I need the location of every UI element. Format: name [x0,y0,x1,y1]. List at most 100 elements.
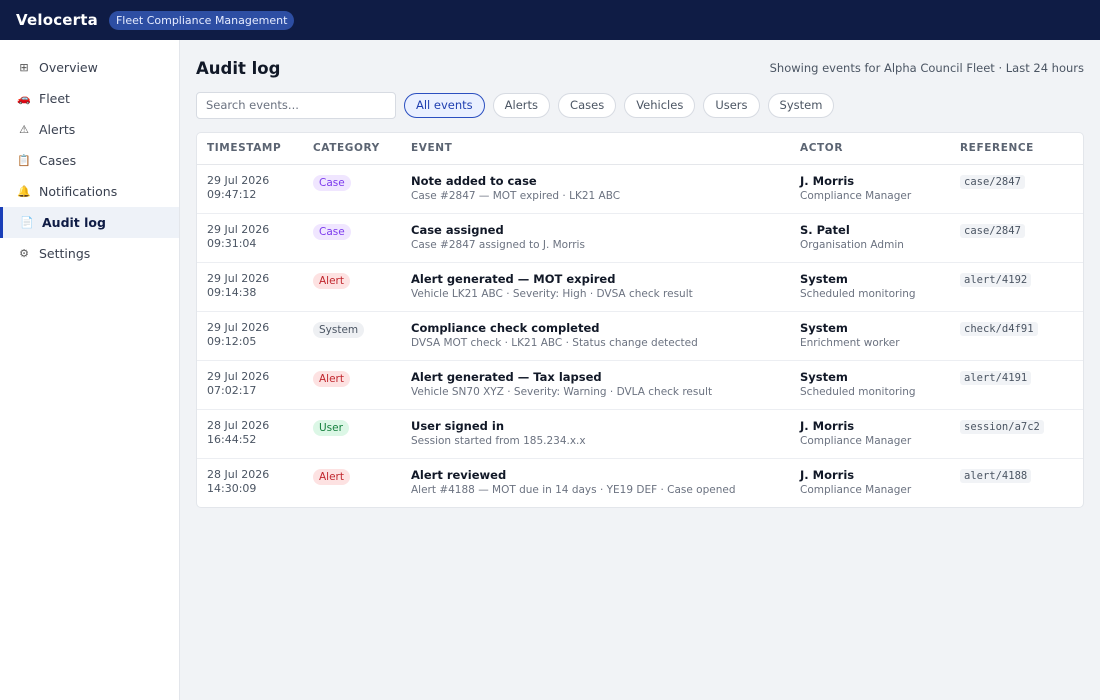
page-title: Audit log [196,58,281,78]
category-cell: System [303,311,401,361]
main-content: Audit log Showing events for Alpha Counc… [196,40,1084,508]
title-row: Audit log Showing events for Alpha Counc… [196,40,1084,96]
warning-icon: ⚠ [19,123,29,136]
filter-chip-cases[interactable]: Cases [558,92,617,118]
event-cell: User signed in Session started from 185.2… [401,409,790,459]
sidebar-item-overview[interactable]: ⊞ Overview [0,52,179,83]
reference-cell: case/2847 [950,164,1083,214]
reference-link[interactable]: alert/4192 [960,272,1032,287]
actor-name: System [800,320,848,335]
actor-name: J. Morris [800,418,855,433]
timestamp-date: 29 Jul 2026 [207,173,270,187]
event-detail: Vehicle LK21 ABC · Severity: High · DVSA… [411,287,693,300]
event-title: User signed in [411,418,505,433]
event-detail: Vehicle SN70 XYZ · Severity: Warning · D… [411,385,713,398]
event-detail: Case #2847 — MOT expired · LK21 ABC [411,189,621,202]
table-row[interactable]: 29 Jul 2026 07:02:17 Alert Alert generated … [197,360,1083,410]
table-row[interactable]: 28 Jul 2026 14:30:09 Alert Alert reviewed Al… [197,458,1083,507]
timestamp-cell: 29 Jul 2026 09:31:04 [197,213,303,263]
event-title: Note added to case [411,173,537,188]
actor-name: S. Patel [800,222,850,237]
reference-cell: alert/4188 [950,458,1083,507]
sidebar-item-settings[interactable]: ⚙ Settings [0,238,179,269]
event-cell: Alert generated — Tax lapsed Vehicle SN70… [401,360,790,410]
filter-chip-all-events[interactable]: All events [404,92,485,118]
reference-link[interactable]: check/d4f91 [960,321,1038,336]
actor-role: Scheduled monitoring [800,385,916,398]
reference-link[interactable]: alert/4191 [960,370,1032,385]
event-detail: Session started from 185.234.x.x [411,434,586,447]
category-badge: Alert [313,272,350,289]
timestamp-time: 09:31:04 [207,236,257,250]
category-badge: User [313,419,349,436]
car-icon: 🚗 [17,92,31,105]
event-title: Alert generated — MOT expired [411,271,616,286]
category-badge: Alert [313,468,350,485]
app-brand[interactable]: Velocerta [16,11,98,29]
event-detail: Alert #4188 — MOT due in 14 days · YE19 … [411,483,736,496]
filter-chip-system[interactable]: System [767,92,835,118]
table-row[interactable]: 28 Jul 2026 16:44:52 User User signed in Ses… [197,409,1083,459]
event-title: Alert reviewed [411,467,507,482]
event-title: Compliance check completed [411,320,600,335]
timestamp-date: 29 Jul 2026 [207,222,270,236]
actor-name: J. Morris [800,173,855,188]
actor-cell: J. Morris Compliance Manager [790,164,950,214]
actor-role: Enrichment worker [800,336,900,349]
sidebar-item-audit-log[interactable]: 📄 Audit log [0,207,179,238]
grid-icon: ⊞ [19,61,29,74]
sidebar-item-fleet[interactable]: 🚗 Fleet [0,83,179,114]
sidebar-item-label: Notifications [39,184,118,199]
timestamp-time: 14:30:09 [207,481,257,495]
search-input[interactable] [196,91,396,119]
event-detail: Case #2847 assigned to J. Morris [411,238,585,251]
column-header-reference: REFERENCE [950,133,1083,165]
reference-link[interactable]: case/2847 [960,223,1025,238]
reference-link[interactable]: session/a7c2 [960,419,1044,434]
sidebar-item-notifications[interactable]: 🔔 Notifications [0,176,179,207]
category-badge: System [313,321,365,338]
sidebar-item-alerts[interactable]: ⚠ Alerts [0,114,179,145]
bell-icon: 🔔 [17,185,31,198]
actor-role: Compliance Manager [800,189,912,202]
sidebar-item-cases[interactable]: 📋 Cases [0,145,179,176]
category-badge: Alert [313,370,350,387]
actor-role: Compliance Manager [800,483,912,496]
sidebar-item-label: Fleet [39,91,70,106]
timestamp-time: 09:12:05 [207,334,257,348]
reference-cell: alert/4191 [950,360,1083,410]
event-title: Alert generated — Tax lapsed [411,369,602,384]
actor-role: Organisation Admin [800,238,904,251]
actor-name: System [800,271,848,286]
actor-cell: System Scheduled monitoring [790,262,950,312]
sidebar: ⊞ Overview 🚗 Fleet ⚠ Alerts 📋 Cases 🔔 Notificatio… [0,40,180,700]
reference-link[interactable]: alert/4188 [960,468,1032,483]
sidebar-item-label: Settings [39,246,91,261]
top-bar: Velocerta Fleet Compliance Management [0,0,1100,40]
event-title: Case assigned [411,222,504,237]
filter-chip-users[interactable]: Users [703,92,760,118]
product-badge: Fleet Compliance Management [108,10,295,30]
timestamp-time: 09:47:12 [207,187,257,201]
timestamp-cell: 29 Jul 2026 09:47:12 [197,164,303,214]
timestamp-date: 28 Jul 2026 [207,418,270,432]
filter-chip-alerts[interactable]: Alerts [492,92,551,118]
event-cell: Alert reviewed Alert #4188 — MOT due in 1… [401,458,790,507]
column-header-timestamp: TIMESTAMP [197,133,303,165]
table-row[interactable]: 29 Jul 2026 09:47:12 Case Note added to cas… [197,164,1083,214]
actor-role: Compliance Manager [800,434,912,447]
table-row[interactable]: 29 Jul 2026 09:14:38 Alert Alert generated … [197,262,1083,312]
timestamp-date: 29 Jul 2026 [207,271,270,285]
reference-cell: check/d4f91 [950,311,1083,361]
table-row[interactable]: 29 Jul 2026 09:12:05 System Compliance chec… [197,311,1083,361]
sidebar-item-label: Alerts [39,122,76,137]
event-cell: Compliance check completed DVSA MOT check… [401,311,790,361]
filter-chip-vehicles[interactable]: Vehicles [624,92,696,118]
timestamp-time: 09:14:38 [207,285,257,299]
actor-cell: System Scheduled monitoring [790,360,950,410]
reference-link[interactable]: case/2847 [960,174,1025,189]
table-header-row: TIMESTAMP CATEGORY EVENT ACTOR REFERENCE [197,133,1083,165]
table-row[interactable]: 29 Jul 2026 09:31:04 Case Case assigned Case… [197,213,1083,263]
category-badge: Case [313,174,351,191]
column-header-actor: ACTOR [790,133,950,165]
